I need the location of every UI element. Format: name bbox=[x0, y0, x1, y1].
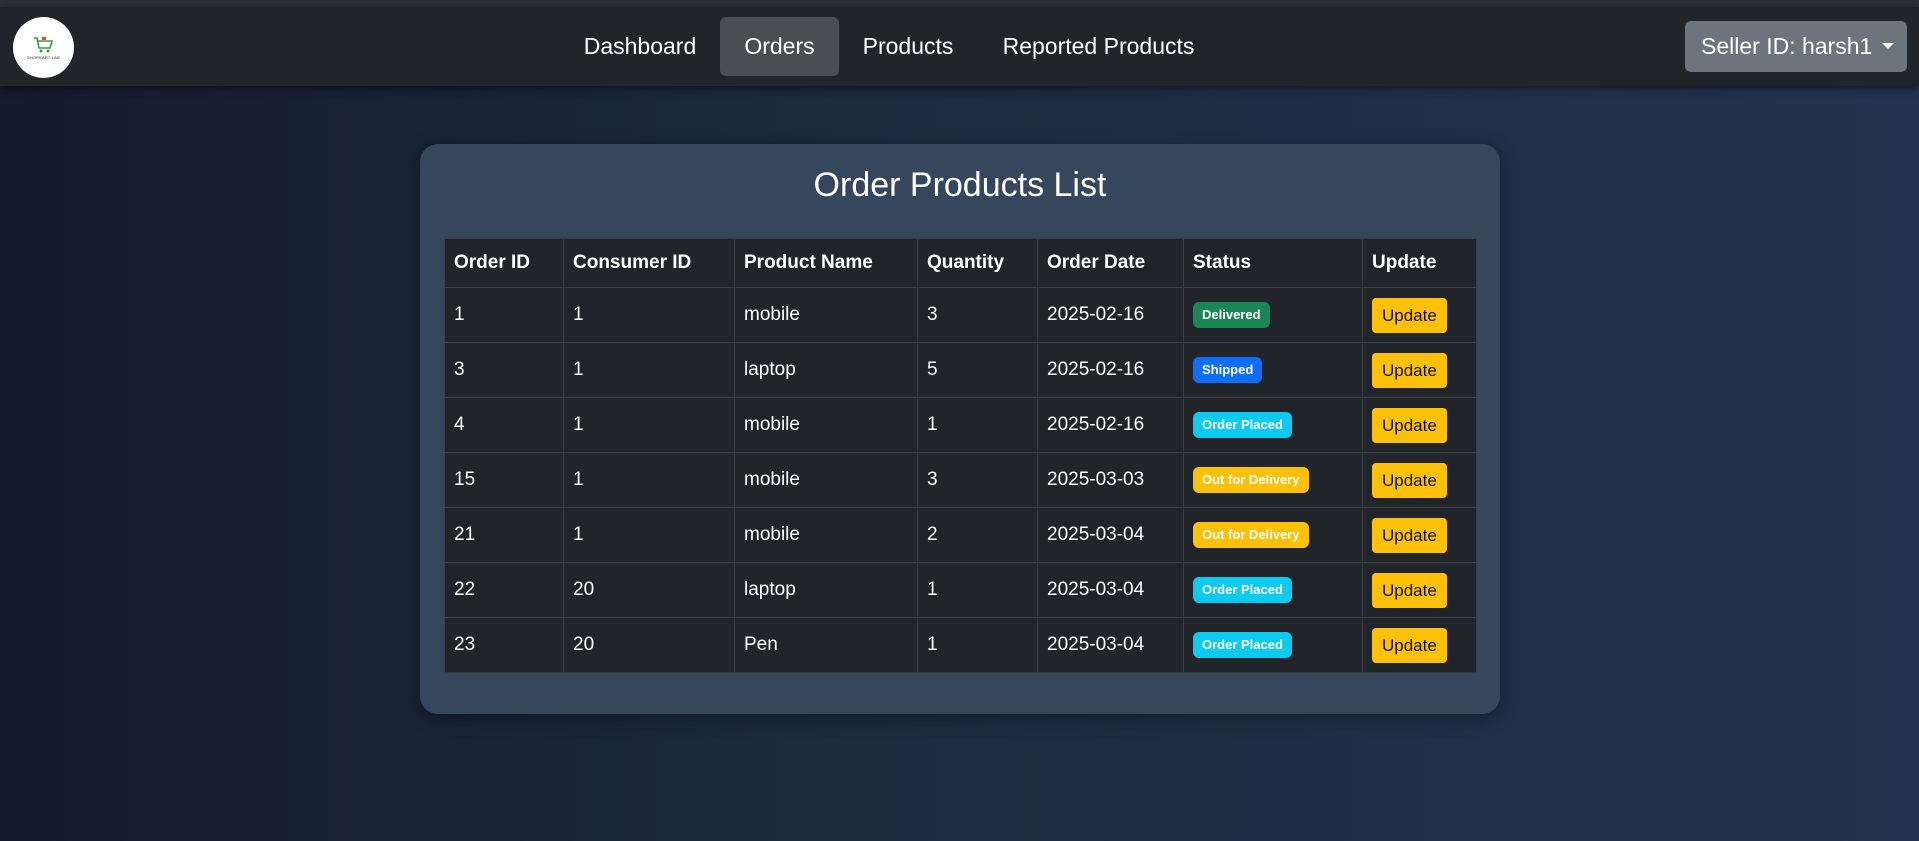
column-header-update: Update bbox=[1362, 238, 1477, 288]
table-row: 3 1 laptop 5 2025-02-16 Shipped Update bbox=[444, 342, 1477, 398]
nav-products[interactable]: Products bbox=[851, 17, 965, 76]
quantity-cell: 5 bbox=[917, 342, 1038, 398]
logo-text: SHOPKART LAB bbox=[27, 54, 60, 60]
order-id-cell: 1 bbox=[444, 287, 564, 343]
order-date-cell: 2025-03-04 bbox=[1037, 507, 1184, 563]
update-button[interactable]: Update bbox=[1372, 407, 1447, 443]
update-button[interactable]: Update bbox=[1372, 627, 1447, 663]
order-id-cell: 15 bbox=[444, 452, 564, 508]
table-row: 21 1 mobile 2 2025-03-04 Out for Delivery Upda… bbox=[444, 507, 1477, 563]
order-date-cell: 2025-02-16 bbox=[1037, 342, 1184, 398]
order-id-cell: 21 bbox=[444, 507, 564, 563]
status-cell: Order Placed bbox=[1183, 397, 1363, 453]
quantity-cell: 3 bbox=[917, 452, 1038, 508]
status-badge: Out for Delivery bbox=[1193, 522, 1309, 548]
consumer-id-cell: 20 bbox=[563, 562, 735, 618]
product-name-cell: laptop bbox=[734, 562, 918, 618]
table-header-row: Order ID Consumer ID Product Name Quanti… bbox=[444, 238, 1477, 288]
seller-dropdown-button[interactable]: Seller ID: harsh1 bbox=[1685, 21, 1907, 72]
update-cell: Update bbox=[1362, 342, 1477, 398]
column-header-order-date: Order Date bbox=[1037, 238, 1184, 288]
update-cell: Update bbox=[1362, 397, 1477, 453]
update-cell: Update bbox=[1362, 617, 1477, 673]
product-name-cell: mobile bbox=[734, 287, 918, 343]
update-cell: Update bbox=[1362, 562, 1477, 618]
status-badge: Order Placed bbox=[1193, 577, 1292, 603]
order-id-cell: 23 bbox=[444, 617, 564, 673]
consumer-id-cell: 1 bbox=[563, 452, 735, 508]
table-row: 1 1 mobile 3 2025-02-16 Delivered Update bbox=[444, 287, 1477, 343]
update-button[interactable]: Update bbox=[1372, 517, 1447, 553]
update-button[interactable]: Update bbox=[1372, 352, 1447, 388]
product-name-cell: mobile bbox=[734, 452, 918, 508]
caret-down-icon bbox=[1882, 43, 1894, 49]
column-header-order-id: Order ID bbox=[444, 238, 564, 288]
table-row: 4 1 mobile 1 2025-02-16 Order Placed Update bbox=[444, 397, 1477, 453]
status-cell: Out for Delivery bbox=[1183, 507, 1363, 563]
status-badge: Delivered bbox=[1193, 302, 1270, 328]
quantity-cell: 2 bbox=[917, 507, 1038, 563]
order-id-cell: 22 bbox=[444, 562, 564, 618]
status-cell: Order Placed bbox=[1183, 617, 1363, 673]
update-button[interactable]: Update bbox=[1372, 462, 1447, 498]
product-name-cell: mobile bbox=[734, 397, 918, 453]
status-badge: Order Placed bbox=[1193, 412, 1292, 438]
quantity-cell: 1 bbox=[917, 617, 1038, 673]
orders-card: Order Products List Order ID Consumer ID… bbox=[420, 144, 1500, 714]
column-header-status: Status bbox=[1183, 238, 1363, 288]
column-header-quantity: Quantity bbox=[917, 238, 1038, 288]
status-badge: Shipped bbox=[1193, 357, 1263, 383]
orders-table: Order ID Consumer ID Product Name Quanti… bbox=[444, 238, 1477, 673]
consumer-id-cell: 1 bbox=[563, 342, 735, 398]
update-cell: Update bbox=[1362, 452, 1477, 508]
product-name-cell: mobile bbox=[734, 507, 918, 563]
column-header-consumer-id: Consumer ID bbox=[563, 238, 735, 288]
logo[interactable]: SHOPKART LAB bbox=[13, 17, 74, 78]
table-row: 15 1 mobile 3 2025-03-03 Out for Delivery Upda… bbox=[444, 452, 1477, 508]
seller-label: Seller ID: harsh1 bbox=[1701, 33, 1873, 59]
page-title: Order Products List bbox=[813, 166, 1107, 204]
order-date-cell: 2025-02-16 bbox=[1037, 287, 1184, 343]
product-name-cell: laptop bbox=[734, 342, 918, 398]
update-button[interactable]: Update bbox=[1372, 572, 1447, 608]
table-row: 22 20 laptop 1 2025-03-04 Order Placed Update bbox=[444, 562, 1477, 618]
update-button[interactable]: Update bbox=[1372, 297, 1447, 333]
consumer-id-cell: 1 bbox=[563, 397, 735, 453]
update-cell: Update bbox=[1362, 287, 1477, 343]
order-date-cell: 2025-03-03 bbox=[1037, 452, 1184, 508]
nav-orders[interactable]: Orders bbox=[720, 17, 839, 76]
consumer-id-cell: 1 bbox=[563, 507, 735, 563]
product-name-cell: Pen bbox=[734, 617, 918, 673]
order-id-cell: 4 bbox=[444, 397, 564, 453]
status-badge: Order Placed bbox=[1193, 632, 1292, 658]
status-cell: Out for Delivery bbox=[1183, 452, 1363, 508]
column-header-product-name: Product Name bbox=[734, 238, 918, 288]
status-badge: Out for Delivery bbox=[1193, 467, 1309, 493]
order-date-cell: 2025-02-16 bbox=[1037, 397, 1184, 453]
order-id-cell: 3 bbox=[444, 342, 564, 398]
consumer-id-cell: 1 bbox=[563, 287, 735, 343]
quantity-cell: 1 bbox=[917, 562, 1038, 618]
consumer-id-cell: 20 bbox=[563, 617, 735, 673]
status-cell: Order Placed bbox=[1183, 562, 1363, 618]
navbar: SHOPKART LAB Dashboard Orders Products R… bbox=[0, 7, 1919, 86]
status-cell: Shipped bbox=[1183, 342, 1363, 398]
nav-reported-products[interactable]: Reported Products bbox=[986, 17, 1211, 76]
window-top-strip bbox=[0, 0, 1919, 7]
quantity-cell: 3 bbox=[917, 287, 1038, 343]
nav-dashboard[interactable]: Dashboard bbox=[572, 17, 708, 76]
status-cell: Delivered bbox=[1183, 287, 1363, 343]
shopping-cart-icon bbox=[33, 36, 53, 52]
quantity-cell: 1 bbox=[917, 397, 1038, 453]
order-date-cell: 2025-03-04 bbox=[1037, 562, 1184, 618]
update-cell: Update bbox=[1362, 507, 1477, 563]
table-row: 23 20 Pen 1 2025-03-04 Order Placed Update bbox=[444, 617, 1477, 673]
order-date-cell: 2025-03-04 bbox=[1037, 617, 1184, 673]
